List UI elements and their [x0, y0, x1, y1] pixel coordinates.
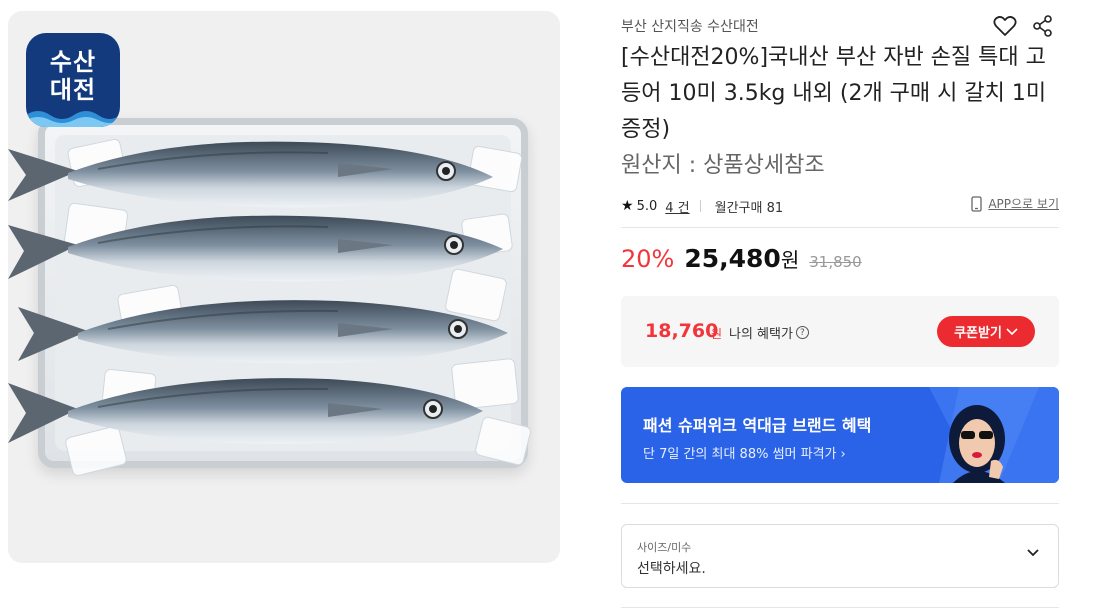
rating-score: 5.0	[636, 198, 658, 214]
banner-model-image	[929, 387, 1059, 483]
seller-name[interactable]: 부산 산지직송 수산대전	[621, 16, 759, 36]
divider	[621, 503, 1059, 504]
banner-subtitle: 단 7일 간의 최대 88% 썸머 파격가 ›	[643, 443, 846, 462]
divider	[699, 200, 701, 212]
benefit-price-label[interactable]: 나의 혜택가 ?	[729, 323, 809, 342]
share-icon	[1033, 15, 1052, 37]
monthly-purchase: 월간구매 81	[714, 200, 784, 216]
price-row: 20% 25,480 원 31,850	[621, 244, 862, 280]
divider	[621, 227, 1059, 228]
mackerel-fish	[18, 300, 508, 364]
option-select-label: 사이즈/미수	[637, 541, 692, 554]
sale-price: 25,480	[684, 244, 781, 273]
product-origin: 원산지 : 상품상세참조	[621, 153, 825, 178]
promo-banner[interactable]: 패션 슈퍼위크 역대급 브랜드 혜택 단 7일 간의 최대 88% 썸머 파격가…	[621, 387, 1059, 483]
app-view-label: APP으로 보기	[988, 197, 1059, 211]
chevron-down-icon	[1027, 549, 1039, 557]
review-count-link[interactable]: 4 건	[665, 197, 689, 216]
mackerel-fish	[8, 378, 483, 444]
question-circle-icon[interactable]: ?	[795, 326, 809, 339]
coupon-button-label: 쿠폰받기	[954, 326, 1002, 341]
chevron-right-icon: ›	[840, 447, 846, 462]
divider	[621, 607, 1059, 608]
star-icon: ★	[621, 198, 634, 214]
option-select-value: 선택하세요.	[637, 561, 706, 577]
banner-subtitle-text: 단 7일 간의 최대 88% 썸머 파격가	[643, 447, 837, 462]
coupon-download-button[interactable]: 쿠폰받기	[937, 316, 1035, 347]
share-button[interactable]	[1030, 13, 1056, 39]
mobile-phone-icon	[971, 195, 982, 212]
banner-title: 패션 슈퍼위크 역대급 브랜드 혜택	[643, 416, 872, 435]
heart-icon	[993, 16, 1017, 36]
discount-rate: 20%	[621, 245, 675, 273]
original-price: 31,850	[809, 253, 862, 271]
wave-icon	[26, 111, 120, 127]
brand-logo-line2: 대전	[49, 76, 97, 104]
chevron-down-icon	[1006, 327, 1018, 335]
mackerel-fish	[8, 215, 503, 282]
product-image[interactable]: 수산 대전	[8, 11, 560, 563]
rating-row: ★ 5.0 4 건 월간구매 81 APP으로 보기	[621, 195, 1059, 217]
product-title: [수산대전20%]국내산 부산 자반 손질 특대 고등어 10미 3.5kg 내…	[621, 45, 1047, 142]
wishlist-button[interactable]	[992, 13, 1018, 39]
brand-logo: 수산 대전	[26, 33, 120, 127]
currency-unit: 원	[780, 248, 800, 272]
benefit-label-text: 나의 혜택가	[729, 327, 793, 342]
benefit-price: 18,760	[645, 320, 719, 342]
benefit-price-box: 18,760 원 나의 혜택가 ? 쿠폰받기	[621, 296, 1059, 367]
app-view-link[interactable]: APP으로 보기	[971, 195, 1059, 212]
brand-logo-line1: 수산	[49, 48, 97, 76]
benefit-currency: 원	[711, 327, 723, 341]
option-select[interactable]: 사이즈/미수 선택하세요.	[621, 524, 1059, 588]
